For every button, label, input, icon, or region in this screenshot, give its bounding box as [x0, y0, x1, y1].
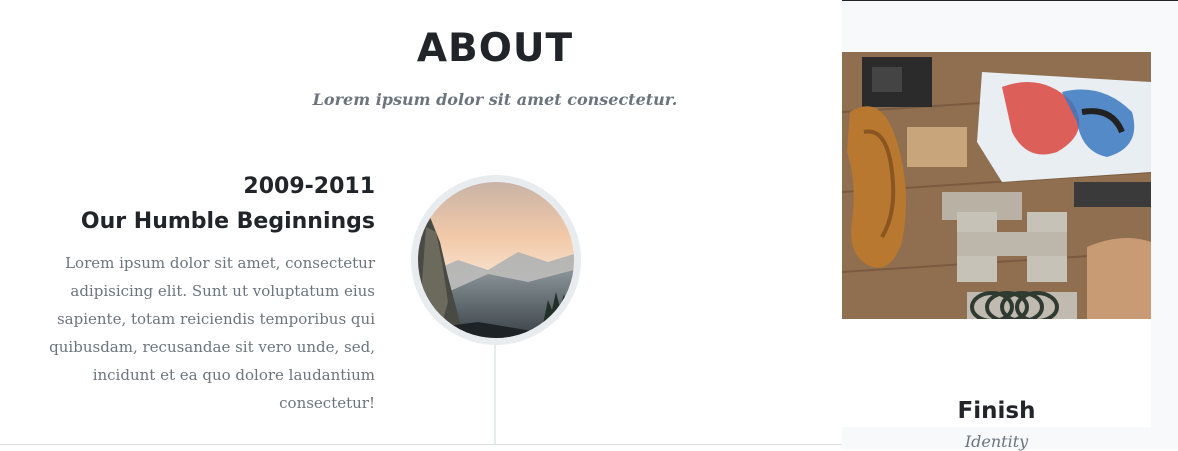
timeline-line — [494, 340, 496, 445]
portfolio-item[interactable]: Finish Identity — [842, 52, 1151, 451]
mountain-landscape-image — [418, 182, 574, 338]
section-divider — [0, 444, 842, 445]
letterpress-tools-image[interactable] — [842, 52, 1151, 319]
timeline-body-text: Lorem ipsum dolor sit amet, consectetur … — [49, 254, 375, 412]
timeline-year: 2009-2011 — [243, 174, 375, 199]
portfolio-item-title: Finish — [957, 398, 1036, 424]
timeline-image — [411, 175, 581, 345]
portfolio-item-subtitle: Identity — [964, 432, 1029, 451]
about-section: ABOUT Lorem ipsum dolor sit amet consect… — [0, 0, 842, 445]
timeline-heading: Our Humble Beginnings — [80, 209, 375, 234]
